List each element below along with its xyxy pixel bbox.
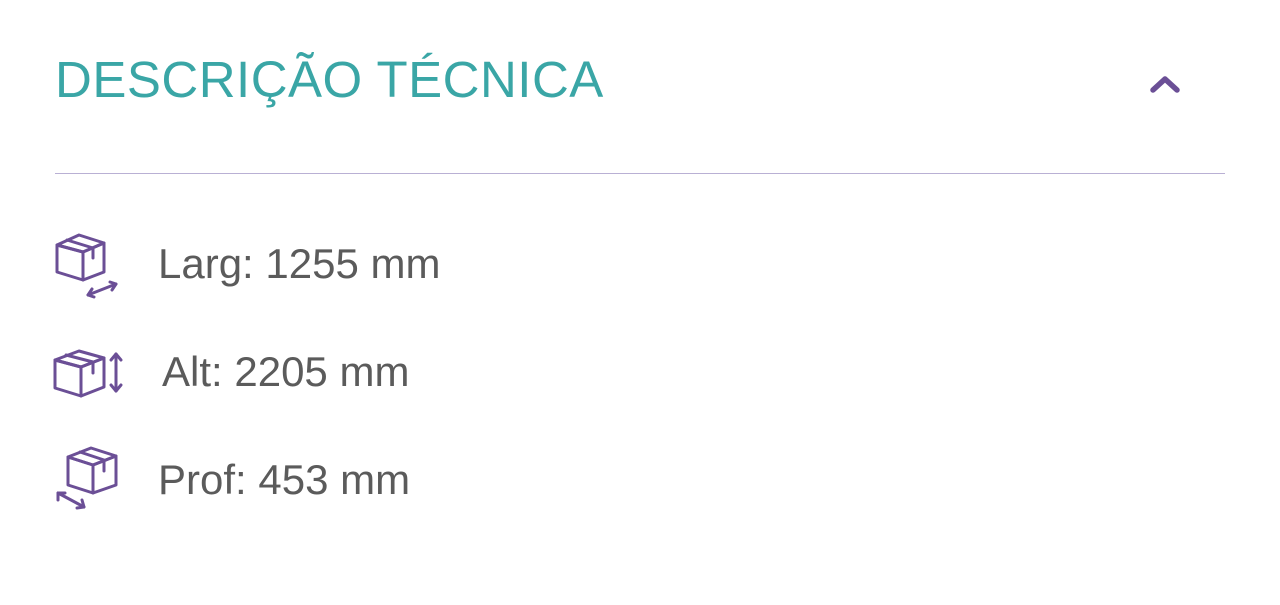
box-width-icon [55,233,118,299]
chevron-up-icon [1150,76,1180,93]
box-height-icon [53,349,123,398]
spec-item-depth: Prof: 453 mm [52,436,752,544]
spec-width-label: Larg: 1255 mm [158,240,441,287]
spec-item-height: Alt: 2205 mm [52,328,752,436]
spec-height-label: Alt: 2205 mm [162,348,410,395]
collapse-toggle-button[interactable] [1140,64,1190,104]
spec-depth-label: Prof: 453 mm [158,456,411,503]
section-divider [55,173,1225,174]
section-header[interactable]: DESCRIÇÃO TÉCNICA [55,40,1225,120]
section-title: DESCRIÇÃO TÉCNICA [55,51,604,108]
technical-description-panel: DESCRIÇÃO TÉCNICA Larg: 1255 mm Alt: 220… [0,0,1280,605]
box-depth-icon [56,446,118,510]
spec-list: Larg: 1255 mm Alt: 2205 mm Prof: 453 mm [52,220,752,544]
spec-item-width: Larg: 1255 mm [52,220,752,328]
